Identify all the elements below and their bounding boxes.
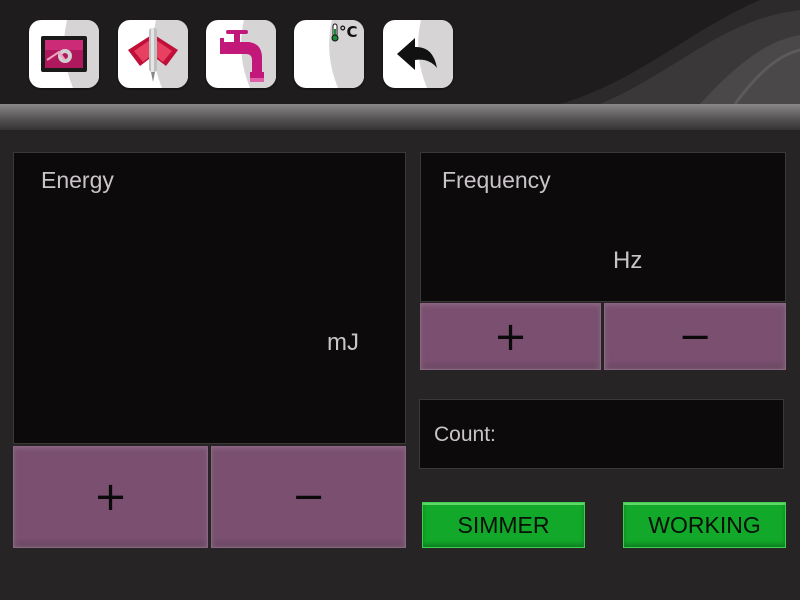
header-divider-rail [0,104,800,130]
energy-increase-button[interactable]: + [13,446,208,548]
water-tap-icon [220,20,276,88]
energy-unit: mJ [327,329,359,356]
back-arrow-icon [397,20,453,88]
temperature-button[interactable]: °C [294,20,364,88]
count-label: Count: [434,423,496,446]
header-bar: °C [0,0,800,104]
frequency-increase-button[interactable]: + [420,303,601,370]
temperature-unit-label: °C [339,23,358,41]
energy-decrease-button[interactable]: − [211,446,406,548]
water-tap-button[interactable] [206,20,276,88]
laser-handpiece-button[interactable] [118,20,188,88]
settings-monitor-button[interactable] [29,20,99,88]
energy-panel: Energy mJ [13,152,406,444]
simmer-button[interactable]: SIMMER [422,502,585,548]
laser-control-screen: °C Energy mJ + − Frequency Hz + − Count:… [0,0,800,600]
winged-handpiece-icon [128,20,188,88]
back-button[interactable] [383,20,453,88]
energy-title: Energy [41,167,114,193]
working-button[interactable]: WORKING [623,502,786,548]
frequency-decrease-button[interactable]: − [604,303,786,370]
monitor-gear-icon [41,20,99,88]
count-panel: Count: [419,399,784,469]
frequency-unit: Hz [613,247,643,274]
frequency-title: Frequency [442,167,551,193]
frequency-panel: Frequency Hz [420,152,786,302]
